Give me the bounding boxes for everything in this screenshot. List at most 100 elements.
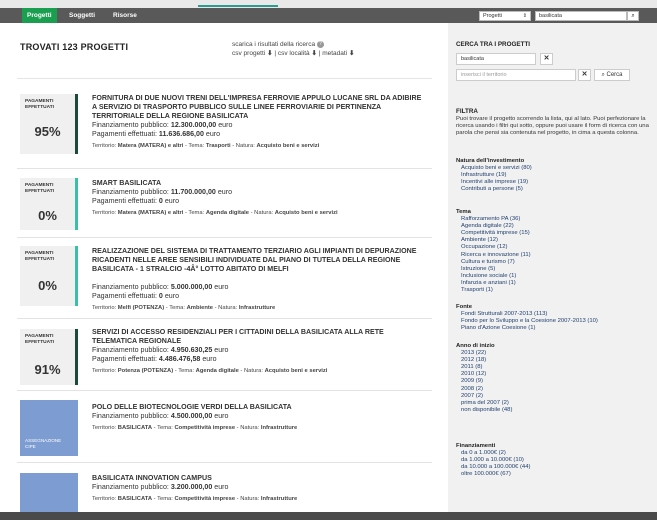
filtra-description: Puoi trovare il progetto scorrendo la li…: [456, 116, 649, 137]
project-title-link[interactable]: SERVIZI DI ACCESSO RESIDENZIALI PER I CI…: [92, 328, 422, 346]
info-icon[interactable]: ?: [316, 40, 324, 48]
filter-option[interactable]: Fondo per lo Sviluppo e la Coesione 2007…: [456, 318, 652, 325]
filter-option[interactable]: Fondi Strutturali 2007-2013 (113): [456, 311, 652, 318]
tema-link[interactable]: Trasporti: [206, 143, 231, 149]
funding-label: Finanziamento pubblico:: [92, 188, 171, 196]
filter-option[interactable]: Ricerca e innovazione (11): [456, 252, 652, 259]
filter-option[interactable]: non disponibile (48): [456, 407, 652, 414]
filter-option[interactable]: Competitività imprese (15): [456, 230, 652, 237]
funding-label: Finanziamento pubblico:: [92, 121, 171, 129]
territorio-link[interactable]: Matera (MATERA) e altri: [118, 143, 184, 149]
natura-link[interactable]: Acquisto beni e servizi: [265, 368, 328, 374]
csv-localita-link[interactable]: csv località: [278, 50, 310, 57]
payments-line: Pagamenti effettuati: 0 euro: [92, 292, 179, 301]
nav-search-button[interactable]: ⌕: [627, 11, 639, 21]
clear-search-button[interactable]: ✕: [540, 53, 553, 65]
territory-input[interactable]: inserisci il territorio: [456, 69, 576, 81]
territorio-link[interactable]: Melfi (POTENZA): [118, 305, 164, 311]
filter-option[interactable]: Cultura e turismo (7): [456, 259, 652, 266]
tema-label: - Tema:: [183, 143, 206, 149]
territorio-link[interactable]: Potenza (POTENZA): [118, 368, 173, 374]
tema-link[interactable]: Agenda digitale: [206, 210, 249, 216]
project-title-link[interactable]: POLO DELLE BIOTECNOLOGIE VERDI DELLA BAS…: [92, 403, 422, 412]
territorio-label: Territorio:: [92, 305, 118, 311]
tema-link[interactable]: Agenda digitale: [196, 368, 239, 374]
filter-option[interactable]: Acquisto beni e servizi (80): [456, 165, 652, 172]
natura-link[interactable]: Infrastrutture: [261, 496, 297, 502]
filter-option[interactable]: Piano d'Azione Coesione (1): [456, 325, 652, 332]
territorio-label: Territorio:: [92, 368, 118, 374]
funding-label: Finanziamento pubblico:: [92, 412, 171, 420]
cerca-button[interactable]: ⌕ Cerca: [594, 69, 630, 81]
territorio-link[interactable]: BASILICATA: [118, 425, 152, 431]
territorio-link[interactable]: BASILICATA: [118, 496, 152, 502]
tema-label: - Tema:: [152, 425, 175, 431]
filter-option[interactable]: prima del 2007 (2): [456, 400, 652, 407]
filter-option[interactable]: Ambiente (12): [456, 237, 652, 244]
project-item: PAGAMENTI EFFETTUATI 0% REALIZZAZIONE DE…: [17, 239, 432, 319]
natura-link[interactable]: Acquisto beni e servizi: [275, 210, 338, 216]
filter-option[interactable]: Infanzia e anziani (1): [456, 280, 652, 287]
project-title-link[interactable]: REALIZZAZIONE DEL SISTEMA DI TRATTAMENTO…: [92, 247, 422, 274]
funding-value: 12.300.000,00: [170, 121, 217, 129]
payments-label: Pagamenti effettuati:: [92, 355, 159, 363]
tema-link[interactable]: Competitività imprese: [174, 425, 235, 431]
nav-search-input[interactable]: basilicata: [535, 11, 627, 21]
filtra-heading: FILTRA: [456, 108, 478, 115]
tab-soggetti[interactable]: Soggetti: [64, 8, 100, 23]
project-title-link[interactable]: SMART BASILICATA: [92, 179, 422, 188]
filter-option[interactable]: oltre 100.000€ (67): [456, 471, 652, 478]
filter-option[interactable]: 2011 (8): [456, 364, 652, 371]
filter-option[interactable]: 2009 (9): [456, 378, 652, 385]
tema-link[interactable]: Competitività imprese: [174, 496, 235, 502]
csv-progetti-link[interactable]: csv progetti: [232, 50, 265, 57]
filter-option[interactable]: 2012 (18): [456, 357, 652, 364]
payment-badge: PAGAMENTI EFFETTUATI 91%: [20, 329, 78, 385]
tab-risorse[interactable]: Risorse: [108, 8, 142, 23]
project-meta: Territorio: Melfi (POTENZA) - Tema: Ambi…: [92, 304, 275, 312]
filter-option[interactable]: 2010 (12): [456, 371, 652, 378]
territorio-label: Territorio:: [92, 143, 118, 149]
search-type-select[interactable]: Progetti ⇕: [479, 11, 531, 21]
project-title-link[interactable]: BASILICATA INNOVATION CAMPUS: [92, 474, 422, 483]
territorio-link[interactable]: Matera (MATERA) e altri: [118, 210, 184, 216]
clear-territory-button[interactable]: ✕: [578, 69, 591, 81]
project-item: PAGAMENTI EFFETTUATI 0% SMART BASILICATA…: [17, 170, 432, 238]
natura-link[interactable]: Infrastrutture: [261, 425, 297, 431]
funding-line: Finanziamento pubblico: 12.300.000,00 eu…: [92, 121, 232, 130]
filter-option[interactable]: da 0 a 1.000€ (2): [456, 450, 652, 457]
filter-option[interactable]: Contributi a persone (5): [456, 186, 652, 193]
tab-progetti[interactable]: Progetti: [22, 8, 57, 23]
project-title-link[interactable]: FORNITURA DI DUE NUOVI TRENI DELL'IMPRES…: [92, 94, 422, 121]
filter-option[interactable]: Istruzione (5): [456, 266, 652, 273]
tema-link[interactable]: Ambiente: [187, 305, 213, 311]
close-icon: ✕: [581, 71, 588, 78]
payments-label: Pagamenti effettuati:: [92, 130, 159, 138]
sidebar-search-input[interactable]: basilicata: [456, 53, 536, 65]
filter-option[interactable]: Occupazione (12): [456, 244, 652, 251]
filter-option[interactable]: da 10.000 a 100.000€ (44): [456, 464, 652, 471]
filter-option[interactable]: 2008 (2): [456, 386, 652, 393]
payment-percent: 91%: [34, 362, 61, 377]
payments-unit: euro: [203, 130, 221, 138]
payments-line: Pagamenti effettuati: 11.636.686,00 euro: [92, 130, 220, 139]
filter-option[interactable]: 2007 (2): [456, 393, 652, 400]
filter-option[interactable]: 2013 (22): [456, 350, 652, 357]
filter-option[interactable]: Infrastrutture (19): [456, 172, 652, 179]
natura-label: - Natura:: [235, 496, 261, 502]
filter-option[interactable]: Inclusione sociale (1): [456, 273, 652, 280]
natura-link[interactable]: Infrastrutture: [239, 305, 275, 311]
payments-value: 4.486.476,58: [158, 355, 201, 363]
downloads-box: scarica i risultati della ricerca ? csv …: [232, 40, 355, 57]
payment-percent: 0%: [38, 278, 57, 293]
metadati-link[interactable]: metadati: [322, 50, 347, 57]
filter-option[interactable]: Rafforzamento PA (36): [456, 216, 652, 223]
filter-group-natura: Natura dell'investimento Acquisto beni e…: [456, 158, 652, 193]
natura-link[interactable]: Acquisto beni e servizi: [256, 143, 319, 149]
search-type-value: Progetti: [483, 13, 502, 19]
filter-option[interactable]: da 1.000 a 10.000€ (10): [456, 457, 652, 464]
filter-option[interactable]: Agenda digitale (22): [456, 223, 652, 230]
filter-option[interactable]: Incentivi alle imprese (19): [456, 179, 652, 186]
search-projects-heading: CERCA TRA I PROGETTI: [456, 41, 531, 48]
filter-option[interactable]: Trasporti (1): [456, 287, 652, 294]
